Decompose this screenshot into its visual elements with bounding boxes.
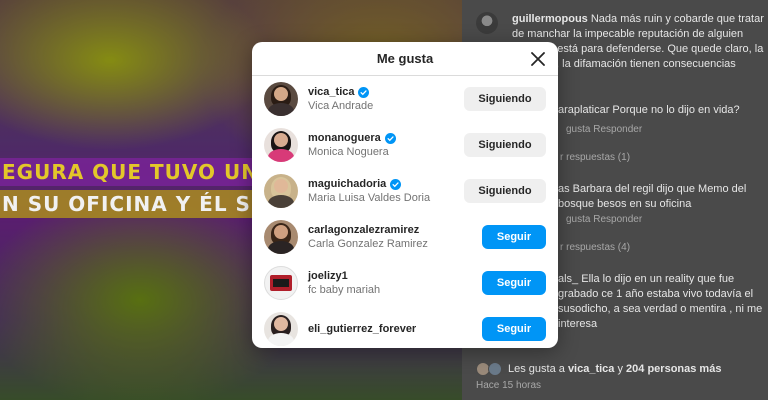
likes-summary[interactable]: Les gusta a vica_tica y 204 personas más [476,362,721,376]
user-handle[interactable]: maguichadoria [308,178,386,190]
list-item: eli_gutierrez_forever Seguir [252,306,558,348]
close-button[interactable] [528,49,548,69]
likes-user[interactable]: vica_tica [568,363,614,375]
user-handle[interactable]: joelizy1 [308,270,348,282]
verified-badge-icon [390,178,402,190]
follow-button[interactable]: Seguir [482,271,546,295]
user-handle[interactable]: monanoguera [308,132,381,144]
comment-actions[interactable]: gusta Responder [566,214,642,225]
user-handle[interactable]: carlagonzalezramirez [308,224,419,236]
user-handle[interactable]: eli_gutierrez_forever [308,323,416,335]
user-handle[interactable]: vica_tica [308,86,354,98]
modal-header: Me gusta [252,42,558,76]
following-button[interactable]: Siguiendo [464,133,546,157]
list-item: carlagonzalezramirez Carla Gonzalez Rami… [252,214,558,260]
follow-button[interactable]: Seguir [482,317,546,341]
verified-badge-icon [384,132,396,144]
likes-text: Les gusta a vica_tica y 204 personas más [508,363,721,375]
avatar [488,362,502,376]
list-item: monanoguera Monica Noguera Siguiendo [252,122,558,168]
list-item: maguichadoria Maria Luisa Valdes Doria S… [252,168,558,214]
view-replies-link[interactable]: r respuestas (4) [560,242,630,253]
comment-text-fragment: as Barbara del regil dijo que Memo del b… [558,183,747,210]
comment-text-fragment: araplaticar Porque no lo dijo en vida? [558,104,740,116]
verified-badge-icon [358,86,370,98]
comment-text-fragment: als_ Ella lo dijo en un reality que fue … [558,273,763,330]
likes-prefix: Les gusta a [508,363,565,375]
following-button[interactable]: Siguiendo [464,87,546,111]
modal-title: Me gusta [376,51,434,66]
follow-button[interactable]: Seguir [482,225,546,249]
list-item: vica_tica Vica Andrade Siguiendo [252,76,558,122]
avatar[interactable] [264,266,298,300]
comment-username[interactable]: guillermopous [512,13,588,25]
view-replies-link[interactable]: r respuestas (1) [560,152,630,163]
avatar[interactable] [264,312,298,346]
avatar[interactable] [264,220,298,254]
list-item: joelizy1 fc baby mariah Seguir [252,260,558,306]
likes-others[interactable]: 204 personas más [626,363,721,375]
avatar[interactable] [264,128,298,162]
avatar[interactable] [476,12,498,34]
following-button[interactable]: Siguiendo [464,179,546,203]
likes-modal: Me gusta vica_tica Vica Andrade Siguiend… [252,42,558,348]
comment-actions[interactable]: gusta Responder [566,124,642,135]
post-timestamp: Hace 15 horas [476,380,542,391]
avatar[interactable] [264,82,298,116]
likes-middle: y [617,363,623,375]
avatar[interactable] [264,174,298,208]
close-icon [531,52,545,66]
